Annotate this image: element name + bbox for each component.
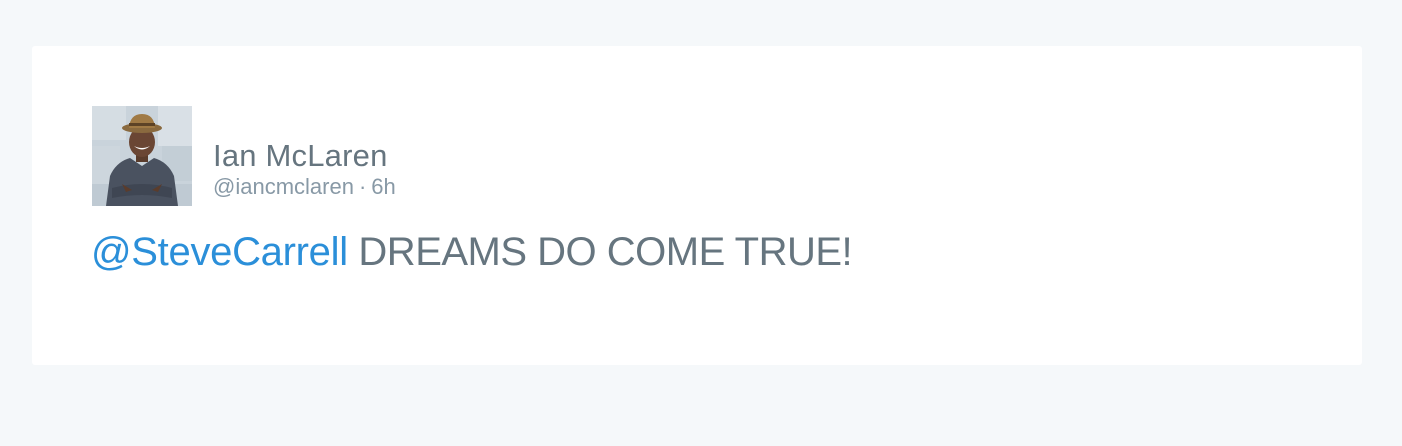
- tweet-header: Ian McLaren @iancmclaren · 6h: [92, 106, 396, 206]
- meta-separator: ·: [358, 174, 367, 199]
- author-handle[interactable]: @iancmclaren: [213, 174, 354, 199]
- mention-link[interactable]: @SteveCarrell: [91, 230, 348, 274]
- tweet-body: DREAMS DO COME TRUE!: [358, 230, 853, 274]
- tweet-meta: @iancmclaren · 6h: [213, 174, 396, 200]
- author-display-name[interactable]: Ian McLaren: [213, 138, 396, 174]
- tweet-text: @SteveCarrell DREAMS DO COME TRUE!: [91, 228, 853, 276]
- tweet-card: Ian McLaren @iancmclaren · 6h @SteveCarrel…: [32, 46, 1362, 365]
- author-info: Ian McLaren @iancmclaren · 6h: [213, 138, 396, 200]
- avatar[interactable]: [92, 106, 192, 206]
- tweet-timestamp[interactable]: 6h: [371, 174, 395, 199]
